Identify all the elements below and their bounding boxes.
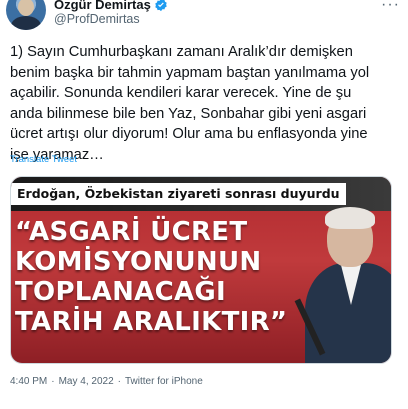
translate-tweet-link[interactable]: Translate Tweet — [10, 154, 77, 165]
tweet-source[interactable]: Twitter for iPhone — [125, 376, 203, 387]
meta-separator: · — [117, 376, 121, 387]
avatar-face — [18, 0, 34, 16]
avatar[interactable] — [6, 0, 46, 30]
user-handle[interactable]: @ProfDemirtas — [54, 12, 140, 26]
media-caption: Erdoğan, Özbekistan ziyareti sonrası duy… — [11, 183, 346, 205]
meta-separator: · — [51, 376, 55, 387]
verified-badge-icon — [154, 0, 168, 12]
headline-line: TARİH ARALIKTIR” — [15, 307, 288, 337]
avatar-body — [11, 16, 41, 30]
name-row[interactable]: Özgür Demirtaş — [54, 0, 168, 12]
tweet-header: Özgür Demirtaş @ProfDemirtas ··· — [6, 0, 402, 30]
headline-line: “ASGARİ ÜCRET — [15, 217, 248, 247]
headline-line: KOMİSYONUNUN — [15, 247, 262, 277]
headline-line: TOPLANACAĞI — [15, 277, 226, 307]
tweet-media-image[interactable]: Erdoğan, Özbekistan ziyareti sonrası duy… — [10, 176, 392, 364]
display-name[interactable]: Özgür Demirtaş — [54, 0, 151, 12]
tweet-time[interactable]: 4:40 PM — [10, 376, 47, 387]
more-options-icon[interactable]: ··· — [381, 0, 400, 13]
media-headline: “ASGARİ ÜCRET KOMİSYONUNUN TOPLANACAĞI T… — [15, 217, 345, 337]
tweet-meta: 4:40 PM · May 4, 2022 · Twitter for iPho… — [10, 376, 203, 387]
tweet-date[interactable]: May 4, 2022 — [59, 376, 114, 387]
tweet-text: 1) Sayın Cumhurbaşkanı zamanı Aralık’dır… — [10, 44, 370, 163]
